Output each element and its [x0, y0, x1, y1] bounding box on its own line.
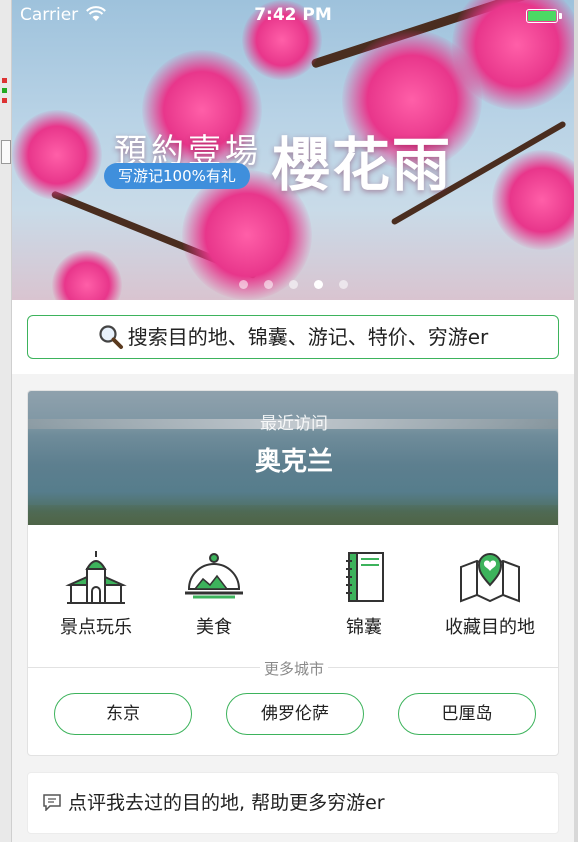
recent-city-name: 奥克兰 [254, 447, 333, 477]
category-label: 收藏目的地 [445, 617, 535, 638]
food-cloche-icon [185, 553, 243, 599]
category-saved-destinations[interactable]: 收藏目的地 [424, 549, 556, 639]
search-section: 搜索目的地、锦囊、游记、特价、穷游er [12, 300, 574, 374]
battery-tip [559, 13, 562, 19]
carousel-dot[interactable] [263, 280, 273, 289]
search-icon [99, 324, 123, 349]
city-button-florence[interactable]: 佛罗伦萨 [226, 693, 364, 735]
carousel-dot[interactable] [288, 280, 298, 289]
banner-title: 櫻花雨 [272, 131, 453, 199]
banner-carousel[interactable]: 預約壹場 櫻花雨 写游记100%有礼 Carrier 7:42 PM [12, 0, 574, 300]
category-label: 锦囊 [346, 617, 382, 638]
more-cities-divider: 更多城市 [28, 655, 558, 678]
marker [2, 88, 7, 93]
guidebook-icon [346, 552, 384, 602]
map-heart-icon [460, 553, 520, 603]
marker [2, 98, 7, 103]
category-label: 景点玩乐 [60, 617, 132, 638]
blossom [492, 150, 574, 250]
editor-right-gutter [574, 0, 578, 842]
destination-card: 最近访问 奥克兰 景点玩乐 美食 锦囊 收藏目的地 更多城市 东京 佛罗伦萨 巴… [27, 390, 559, 756]
banner-tag: 写游记100%有礼 [104, 163, 250, 189]
marker [2, 78, 7, 83]
review-prompt[interactable]: 点评我去过的目的地, 帮助更多穷游er [27, 772, 559, 834]
category-label: 美食 [196, 617, 232, 638]
phone-screen: 預約壹場 櫻花雨 写游记100%有礼 Carrier 7:42 PM 搜索目的地… [12, 0, 574, 842]
shore [28, 505, 558, 525]
city-button-bali[interactable]: 巴厘岛 [398, 693, 536, 735]
category-food[interactable]: 美食 [148, 549, 280, 639]
search-input[interactable]: 搜索目的地、锦囊、游记、特价、穷游er [27, 315, 559, 359]
category-attractions[interactable]: 景点玩乐 [30, 549, 162, 639]
carousel-dot[interactable] [238, 280, 248, 289]
blossom [12, 110, 102, 200]
category-guides[interactable]: 锦囊 [298, 549, 430, 639]
status-bar: Carrier 7:42 PM [12, 0, 574, 30]
review-text: 点评我去过的目的地, 帮助更多穷游er [68, 792, 385, 814]
search-placeholder: 搜索目的地、锦囊、游记、特价、穷游er [127, 325, 489, 349]
editor-left-gutter [0, 0, 12, 842]
battery-icon [526, 9, 558, 23]
recent-visit-label: 最近访问 [260, 414, 328, 434]
recent-visit-banner[interactable]: 最近访问 奥克兰 [28, 391, 558, 525]
attraction-icon [65, 551, 127, 604]
category-row: 景点玩乐 美食 锦囊 收藏目的地 [28, 531, 558, 641]
carousel-dot[interactable] [338, 280, 348, 289]
city-button-tokyo[interactable]: 东京 [54, 693, 192, 735]
blossom [52, 250, 122, 300]
more-cities-label: 更多城市 [259, 660, 328, 678]
comment-icon [43, 793, 61, 811]
carousel-dot-active[interactable] [313, 280, 323, 289]
gutter-tab [1, 140, 11, 164]
clock: 7:42 PM [254, 5, 332, 25]
carousel-dots[interactable] [12, 280, 574, 289]
